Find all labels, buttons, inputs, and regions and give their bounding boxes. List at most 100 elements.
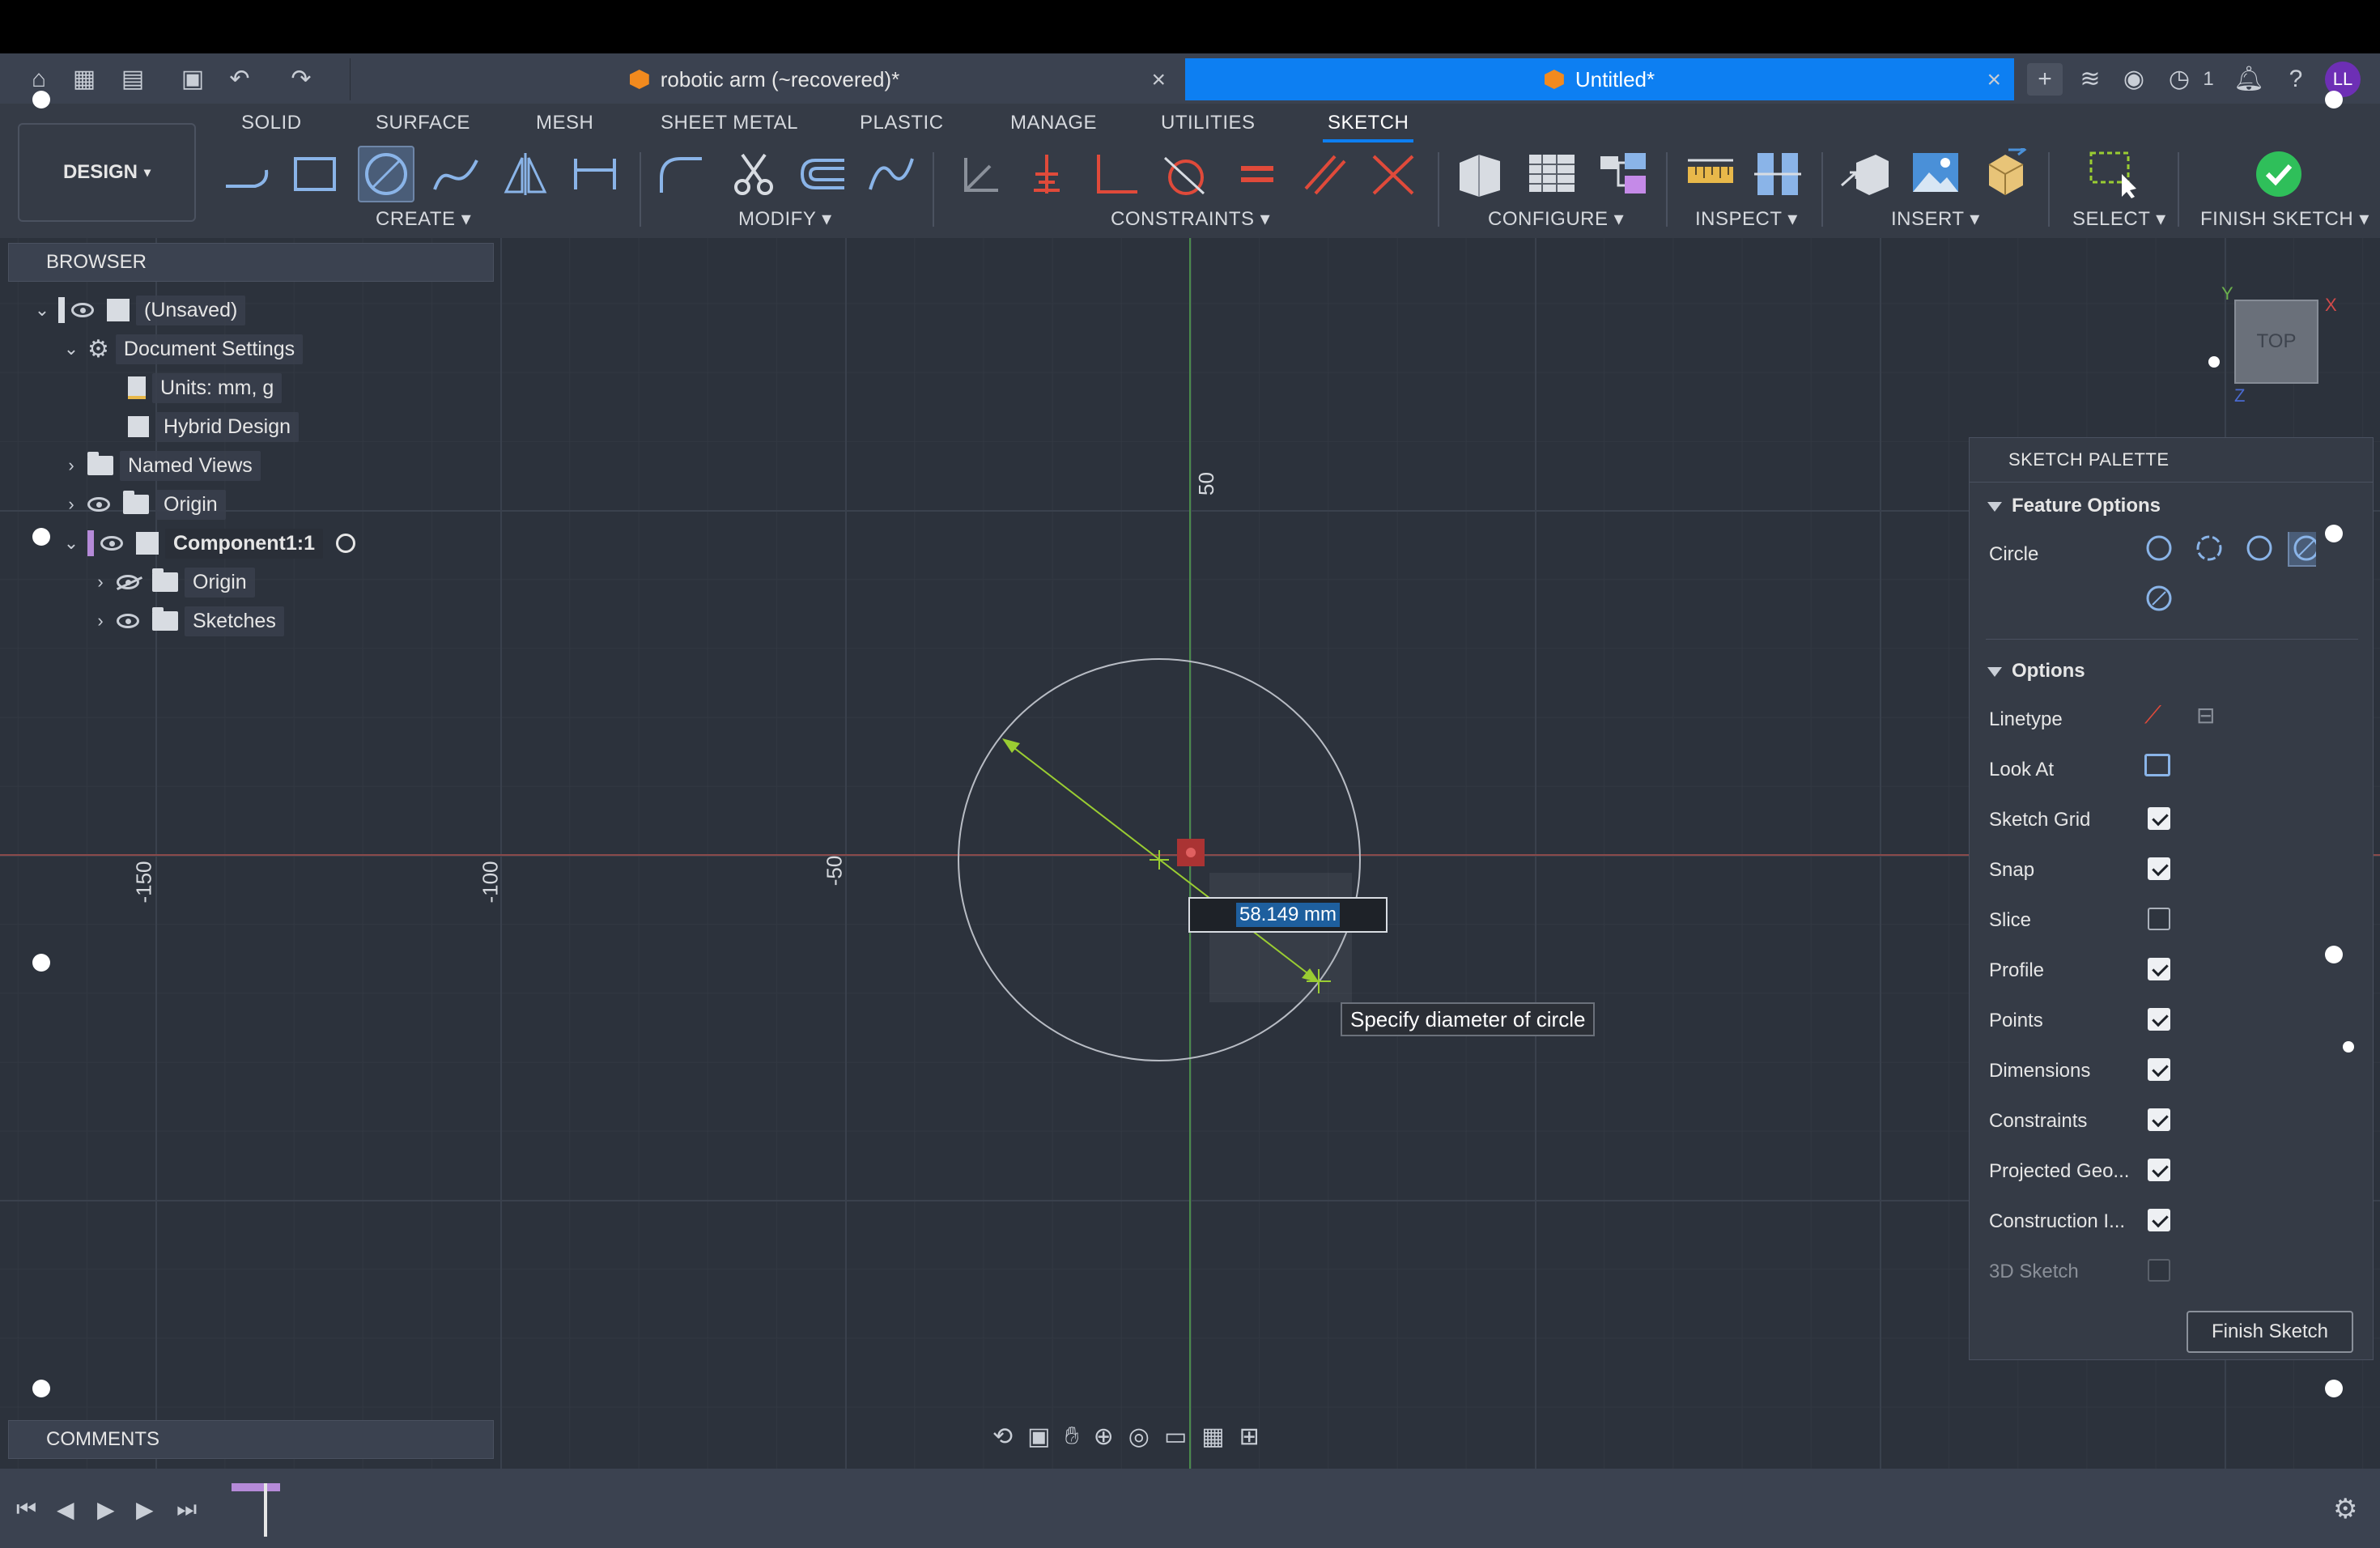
constraints-menu[interactable]: CONSTRAINTS ▾ — [1111, 207, 1270, 231]
dimensions-checkbox[interactable] — [2148, 1058, 2170, 1081]
timeline-playhead[interactable] — [264, 1483, 267, 1537]
save-icon[interactable]: ▣ — [176, 63, 209, 96]
document-tab-untitled[interactable]: Untitled* × — [1185, 58, 2014, 100]
finish-sketch-button[interactable]: Finish Sketch — [2187, 1311, 2353, 1353]
visibility-hidden-eye-icon[interactable] — [117, 575, 139, 589]
tangent-constraint-icon[interactable] — [1156, 146, 1213, 202]
perpendicular-constraint-icon[interactable] — [1088, 146, 1145, 202]
redo-icon[interactable]: ↷ — [285, 63, 317, 96]
coincident-constraint-icon[interactable] — [1018, 146, 1075, 202]
chevron-down-icon[interactable]: ⌄ — [62, 533, 81, 554]
browser-item-component-origin[interactable]: › Origin — [91, 566, 255, 598]
visibility-eye-icon[interactable] — [100, 536, 123, 551]
new-tab-plus-icon[interactable]: + — [2027, 63, 2063, 96]
equal-constraint-icon[interactable] — [1229, 146, 1286, 202]
chevron-down-icon[interactable]: ⌄ — [62, 338, 81, 359]
modify-menu[interactable]: MODIFY ▾ — [738, 207, 832, 231]
activate-radio-icon[interactable] — [336, 534, 355, 553]
fit-icon[interactable]: ◎ — [1128, 1423, 1150, 1451]
diameter-input-field[interactable]: 58.149 mm — [1188, 897, 1388, 933]
browser-header[interactable]: BROWSER — [8, 243, 494, 282]
help-icon[interactable]: ? — [2280, 63, 2312, 96]
insert-mesh-icon[interactable] — [1977, 146, 2034, 202]
close-tab-icon[interactable]: × — [1987, 66, 2001, 94]
trim-scissors-icon[interactable] — [725, 146, 782, 202]
apps-grid-icon[interactable]: ▦ — [68, 63, 100, 96]
job-status-icon[interactable]: ◷ — [2163, 63, 2195, 96]
online-status-icon[interactable]: ◉ — [2118, 63, 2150, 96]
notifications-bell-icon[interactable]: 🔔︎ — [2233, 63, 2265, 96]
tab-solid[interactable]: SOLID — [241, 112, 302, 134]
section-analysis-icon[interactable] — [1750, 146, 1807, 202]
insert-image-icon[interactable] — [1907, 146, 1964, 202]
browser-item-root[interactable]: ⌄ (Unsaved) — [32, 294, 246, 326]
tab-sheet-metal[interactable]: SHEET METAL — [661, 112, 798, 134]
timeline-settings-gear-icon[interactable]: ⚙ — [2333, 1493, 2357, 1525]
offset-tool-icon[interactable] — [795, 146, 852, 202]
display-settings-icon[interactable]: ▭ — [1164, 1423, 1187, 1451]
pan-hand-icon[interactable]: ✋︎ — [1065, 1423, 1079, 1450]
browser-item-document-settings[interactable]: ⌄ ⚙ Document Settings — [62, 333, 304, 365]
close-tab-icon[interactable]: × — [1151, 66, 1166, 94]
timeline-marker[interactable] — [232, 1483, 280, 1491]
step-forward-icon[interactable]: ▶ — [136, 1496, 154, 1523]
create-menu[interactable]: CREATE ▾ — [376, 207, 471, 231]
construction-linetype-icon[interactable]: ⟋ — [2144, 702, 2161, 729]
comments-header[interactable]: COMMENTS — [8, 1420, 494, 1459]
go-to-end-icon[interactable]: ⏭︎ — [176, 1496, 197, 1523]
mirror-tool-icon[interactable] — [497, 146, 554, 202]
insert-menu[interactable]: INSERT ▾ — [1891, 207, 1980, 231]
select-menu[interactable]: SELECT ▾ — [2072, 207, 2166, 231]
slice-checkbox[interactable] — [2148, 908, 2170, 930]
options-section[interactable]: Options — [1987, 660, 2085, 683]
configuration-rules-icon[interactable] — [1595, 146, 1651, 202]
projected-geometries-checkbox[interactable] — [2148, 1159, 2170, 1181]
rectangle-tool-icon[interactable] — [287, 146, 343, 202]
visibility-eye-icon[interactable] — [87, 497, 110, 512]
browser-item-design-type[interactable]: Hybrid Design — [121, 410, 300, 443]
tab-utilities[interactable]: UTILITIES — [1161, 112, 1256, 134]
sketch-grid-checkbox[interactable] — [2148, 807, 2170, 830]
curve-modify-icon[interactable] — [863, 146, 920, 202]
parallel-constraint-icon[interactable] — [1297, 146, 1354, 202]
visibility-eye-icon[interactable] — [117, 614, 139, 628]
construction-geometries-checkbox[interactable] — [2148, 1209, 2170, 1231]
chevron-down-icon[interactable]: ⌄ — [32, 300, 52, 321]
configure-box-icon[interactable] — [1452, 146, 1509, 202]
circle-type-buttons[interactable] — [2138, 532, 2316, 621]
snap-checkbox[interactable] — [2148, 857, 2170, 880]
tab-sketch[interactable]: SKETCH — [1322, 112, 1414, 142]
browser-item-origin[interactable]: › Origin — [62, 488, 226, 521]
chevron-right-icon[interactable]: › — [91, 572, 110, 593]
design-workspace-dropdown[interactable]: DESIGN ▾ — [18, 123, 196, 222]
extensions-icon[interactable]: ≋ — [2074, 63, 2106, 96]
tab-surface[interactable]: SURFACE — [376, 112, 470, 134]
inspect-menu[interactable]: INSPECT ▾ — [1695, 207, 1798, 231]
parameters-table-icon[interactable] — [1524, 146, 1580, 202]
window-select-icon[interactable] — [2084, 146, 2140, 202]
configure-menu[interactable]: CONFIGURE ▾ — [1488, 207, 1624, 231]
diameter-value[interactable]: 58.149 mm — [1235, 903, 1341, 927]
insert-derive-icon[interactable] — [1838, 146, 1894, 202]
browser-item-named-views[interactable]: › Named Views — [62, 449, 261, 482]
browser-item-units[interactable]: Units: mm, g — [121, 372, 283, 404]
play-icon[interactable]: ▶ — [97, 1496, 115, 1523]
viewports-icon[interactable]: ⊞ — [1239, 1423, 1260, 1451]
chevron-right-icon[interactable]: › — [91, 610, 110, 632]
profile-checkbox[interactable] — [2148, 958, 2170, 980]
sketch-dimension-tool-icon[interactable] — [567, 146, 623, 202]
visibility-eye-icon[interactable] — [71, 303, 94, 317]
look-at-icon[interactable] — [2144, 754, 2170, 776]
feature-options-section[interactable]: Feature Options — [1987, 495, 2161, 517]
fillet-tool-icon[interactable] — [652, 146, 709, 202]
chevron-right-icon[interactable]: › — [62, 455, 81, 476]
finish-sketch-menu[interactable]: FINISH SKETCH ▾ — [2200, 207, 2369, 231]
finish-sketch-check-icon[interactable] — [2250, 146, 2307, 202]
go-to-start-icon[interactable]: ⏮︎ — [16, 1496, 36, 1523]
chevron-right-icon[interactable]: › — [62, 494, 81, 515]
file-menu-icon[interactable]: ▤ — [117, 63, 149, 96]
spline-tool-icon[interactable] — [427, 146, 484, 202]
look-at-icon[interactable]: ▣ — [1027, 1423, 1050, 1451]
centerline-linetype-icon[interactable]: ⊟ — [2196, 702, 2215, 729]
orbit-icon[interactable]: ⟲ — [992, 1423, 1013, 1451]
